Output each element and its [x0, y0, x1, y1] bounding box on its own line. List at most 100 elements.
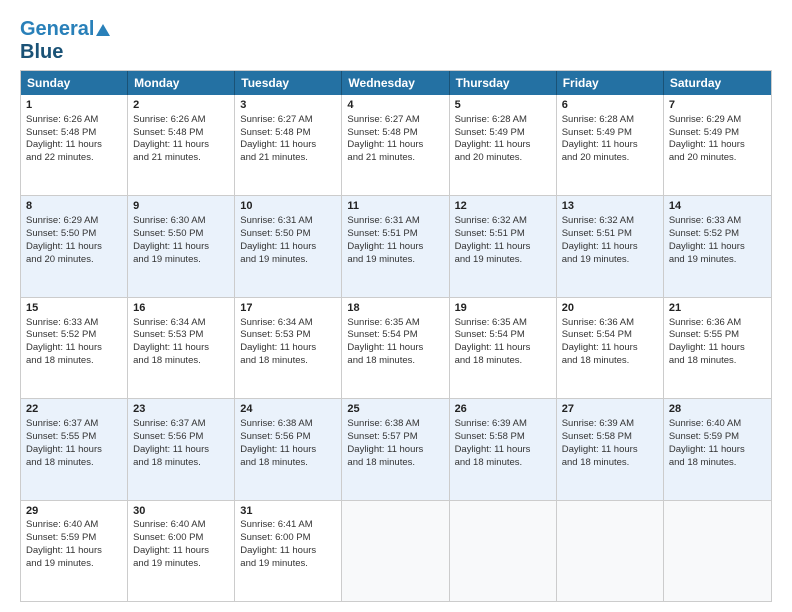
cell-line: Sunset: 5:50 PM — [26, 228, 122, 241]
cell-line: Sunset: 5:51 PM — [562, 228, 658, 241]
day-number: 14 — [669, 199, 766, 214]
cell-line: Sunset: 5:55 PM — [669, 329, 766, 342]
day-number: 12 — [455, 199, 551, 214]
cell-line: Daylight: 11 hours — [240, 444, 336, 457]
cell-line: Sunset: 5:53 PM — [240, 329, 336, 342]
calendar-cell-0-5: 6Sunrise: 6:28 AMSunset: 5:49 PMDaylight… — [557, 95, 664, 195]
day-number: 3 — [240, 98, 336, 113]
cell-line: Sunset: 5:51 PM — [455, 228, 551, 241]
day-header-sunday: Sunday — [21, 71, 128, 95]
cell-line: Sunset: 5:54 PM — [347, 329, 443, 342]
day-number: 13 — [562, 199, 658, 214]
day-number: 21 — [669, 301, 766, 316]
day-number: 8 — [26, 199, 122, 214]
calendar-cell-1-3: 11Sunrise: 6:31 AMSunset: 5:51 PMDayligh… — [342, 196, 449, 296]
day-number: 26 — [455, 402, 551, 417]
cell-line: and 18 minutes. — [347, 457, 443, 470]
calendar-cell-3-2: 24Sunrise: 6:38 AMSunset: 5:56 PMDayligh… — [235, 399, 342, 499]
cell-line: Sunrise: 6:41 AM — [240, 519, 336, 532]
day-number: 6 — [562, 98, 658, 113]
calendar-cell-2-6: 21Sunrise: 6:36 AMSunset: 5:55 PMDayligh… — [664, 298, 771, 398]
cell-line: Sunset: 5:48 PM — [240, 127, 336, 140]
calendar: SundayMondayTuesdayWednesdayThursdayFrid… — [20, 70, 772, 602]
cell-line: Daylight: 11 hours — [669, 444, 766, 457]
calendar-cell-2-5: 20Sunrise: 6:36 AMSunset: 5:54 PMDayligh… — [557, 298, 664, 398]
calendar-cell-4-1: 30Sunrise: 6:40 AMSunset: 6:00 PMDayligh… — [128, 501, 235, 601]
day-header-wednesday: Wednesday — [342, 71, 449, 95]
cell-line: and 19 minutes. — [455, 254, 551, 267]
cell-line: and 19 minutes. — [562, 254, 658, 267]
cell-line: Sunset: 5:52 PM — [26, 329, 122, 342]
cell-line: and 21 minutes. — [347, 152, 443, 165]
calendar-cell-3-3: 25Sunrise: 6:38 AMSunset: 5:57 PMDayligh… — [342, 399, 449, 499]
cell-line: Daylight: 11 hours — [240, 241, 336, 254]
cell-line: and 18 minutes. — [347, 355, 443, 368]
cell-line: Daylight: 11 hours — [669, 139, 766, 152]
cell-line: Daylight: 11 hours — [133, 342, 229, 355]
cell-line: Sunrise: 6:40 AM — [26, 519, 122, 532]
calendar-cell-3-6: 28Sunrise: 6:40 AMSunset: 5:59 PMDayligh… — [664, 399, 771, 499]
logo-text-general: General — [20, 18, 94, 41]
cell-line: Sunrise: 6:26 AM — [26, 114, 122, 127]
calendar-cell-1-4: 12Sunrise: 6:32 AMSunset: 5:51 PMDayligh… — [450, 196, 557, 296]
day-number: 31 — [240, 504, 336, 519]
calendar-row-3: 22Sunrise: 6:37 AMSunset: 5:55 PMDayligh… — [21, 398, 771, 499]
cell-line: and 18 minutes. — [240, 355, 336, 368]
calendar-cell-0-1: 2Sunrise: 6:26 AMSunset: 5:48 PMDaylight… — [128, 95, 235, 195]
day-number: 27 — [562, 402, 658, 417]
cell-line: Daylight: 11 hours — [26, 444, 122, 457]
cell-line: and 18 minutes. — [562, 457, 658, 470]
cell-line: Sunset: 5:52 PM — [669, 228, 766, 241]
cell-line: and 20 minutes. — [455, 152, 551, 165]
cell-line: Daylight: 11 hours — [347, 342, 443, 355]
cell-line: and 22 minutes. — [26, 152, 122, 165]
calendar-cell-3-4: 26Sunrise: 6:39 AMSunset: 5:58 PMDayligh… — [450, 399, 557, 499]
cell-line: and 20 minutes. — [669, 152, 766, 165]
calendar-cell-3-1: 23Sunrise: 6:37 AMSunset: 5:56 PMDayligh… — [128, 399, 235, 499]
day-number: 5 — [455, 98, 551, 113]
page: General Blue SundayMondayTuesdayWednesda… — [0, 0, 792, 612]
cell-line: Sunset: 5:51 PM — [347, 228, 443, 241]
logo: General Blue — [20, 18, 110, 64]
day-header-monday: Monday — [128, 71, 235, 95]
day-number: 10 — [240, 199, 336, 214]
calendar-row-1: 8Sunrise: 6:29 AMSunset: 5:50 PM Daylight… — [21, 195, 771, 296]
cell-line: Daylight: 11 hours — [26, 342, 122, 355]
day-number: 4 — [347, 98, 443, 113]
calendar-cell-4-0: 29Sunrise: 6:40 AMSunset: 5:59 PMDayligh… — [21, 501, 128, 601]
cell-line: Daylight: 11 hours — [562, 241, 658, 254]
day-number: 1 — [26, 98, 122, 113]
cell-line: Sunset: 5:48 PM — [347, 127, 443, 140]
cell-line: Sunrise: 6:34 AM — [133, 317, 229, 330]
day-number: 7 — [669, 98, 766, 113]
cell-line: Sunrise: 6:29 AM — [26, 215, 122, 228]
cell-line: Daylight: 11 hours — [562, 444, 658, 457]
calendar-cell-2-4: 19Sunrise: 6:35 AMSunset: 5:54 PMDayligh… — [450, 298, 557, 398]
day-number: 20 — [562, 301, 658, 316]
cell-line: Sunrise: 6:35 AM — [455, 317, 551, 330]
cell-line: Daylight: 11 hours — [133, 444, 229, 457]
cell-line: Sunset: 5:55 PM — [26, 431, 122, 444]
cell-line: Sunset: 5:58 PM — [562, 431, 658, 444]
cell-line: Daylight: 11 hours — [240, 545, 336, 558]
cell-line: and 19 minutes. — [240, 558, 336, 571]
calendar-cell-2-1: 16Sunrise: 6:34 AMSunset: 5:53 PMDayligh… — [128, 298, 235, 398]
cell-line: Sunset: 5:59 PM — [26, 532, 122, 545]
cell-line: and 18 minutes. — [26, 355, 122, 368]
cell-line: Sunrise: 6:39 AM — [562, 418, 658, 431]
cell-line: and 19 minutes. — [347, 254, 443, 267]
cell-line: Sunrise: 6:32 AM — [562, 215, 658, 228]
cell-line: Daylight: 11 hours — [240, 342, 336, 355]
cell-line: Sunrise: 6:26 AM — [133, 114, 229, 127]
cell-line: Sunrise: 6:36 AM — [562, 317, 658, 330]
cell-line: and 18 minutes. — [669, 355, 766, 368]
calendar-header: SundayMondayTuesdayWednesdayThursdayFrid… — [21, 71, 771, 95]
cell-line: Sunset: 5:58 PM — [455, 431, 551, 444]
calendar-cell-4-5 — [557, 501, 664, 601]
cell-line: and 20 minutes. — [26, 254, 122, 267]
calendar-cell-0-2: 3Sunrise: 6:27 AMSunset: 5:48 PMDaylight… — [235, 95, 342, 195]
calendar-cell-2-2: 17Sunrise: 6:34 AMSunset: 5:53 PMDayligh… — [235, 298, 342, 398]
cell-line: Daylight: 11 hours — [26, 545, 122, 558]
calendar-cell-1-2: 10Sunrise: 6:31 AMSunset: 5:50 PMDayligh… — [235, 196, 342, 296]
cell-line: Daylight: 11 hours — [455, 241, 551, 254]
